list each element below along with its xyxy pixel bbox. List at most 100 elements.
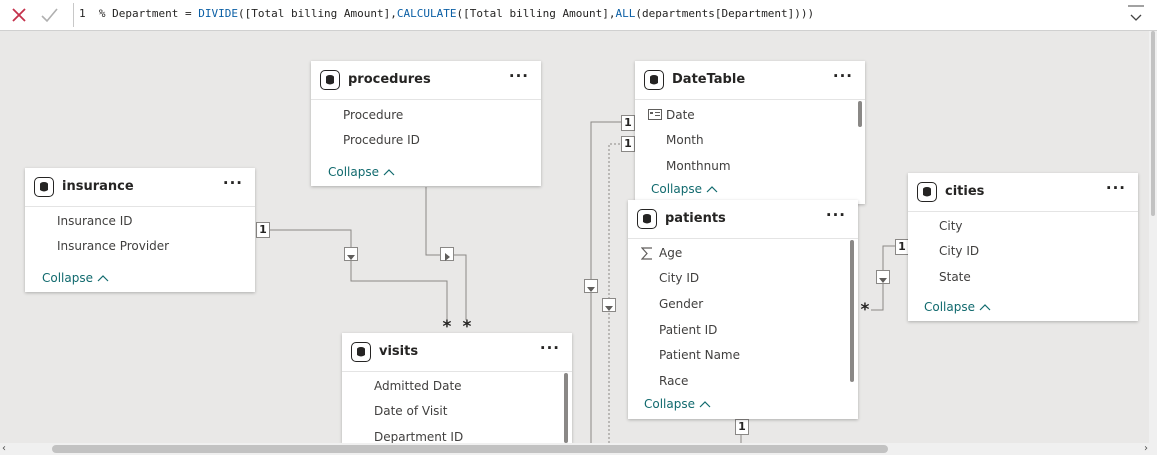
field-item[interactable]: Age (659, 246, 682, 260)
more-options-button[interactable]: ··· (509, 67, 529, 85)
table-card-patients[interactable]: patients ··· Age City ID Gender Patient … (628, 200, 858, 419)
chevron-down-icon (1128, 5, 1144, 21)
field-item[interactable]: Admitted Date (374, 379, 462, 393)
database-icon (644, 70, 664, 90)
database-icon (917, 182, 937, 202)
collapse-link[interactable]: Collapse (328, 165, 395, 179)
table-title: visits (379, 344, 419, 359)
collapse-link[interactable]: Collapse (42, 271, 109, 285)
table-card-header[interactable]: procedures ··· (311, 61, 541, 100)
collapse-label: Collapse (651, 182, 702, 196)
field-item[interactable]: City (939, 219, 963, 233)
cancel-formula-button[interactable] (6, 2, 32, 28)
field-item[interactable]: Monthnum (666, 159, 731, 173)
line-number: 1 (79, 7, 86, 20)
collapse-link[interactable]: Collapse (924, 300, 991, 314)
cardinality-many-marker: * (859, 300, 871, 320)
collapse-label: Collapse (328, 165, 379, 179)
cardinality-one-badge: 1 (735, 419, 749, 435)
cardinality-one-badge: 1 (621, 115, 635, 131)
triangle-down-icon (605, 306, 613, 311)
table-card-datetable[interactable]: DateTable ··· Date Month Monthnum Collap… (635, 61, 865, 204)
table-card-header[interactable]: patients ··· (628, 200, 858, 239)
table-card-visits[interactable]: visits ··· Admitted Date Date of Visit D… (342, 333, 572, 444)
formula-function-divide: DIVIDE (198, 7, 238, 20)
formula-bar: 1 % Department = DIVIDE([Total billing A… (0, 0, 1157, 31)
field-item[interactable]: Procedure (343, 108, 403, 122)
table-title: procedures (348, 72, 431, 87)
scrollbar-thumb[interactable] (1151, 31, 1155, 216)
table-card-header[interactable]: insurance ··· (25, 168, 255, 207)
table-card-procedures[interactable]: procedures ··· Procedure Procedure ID Co… (311, 61, 541, 186)
database-icon (637, 209, 657, 229)
cardinality-many-marker: * (461, 317, 473, 337)
table-card-header[interactable]: visits ··· (342, 333, 572, 372)
formula-measure-name: % Department = (98, 7, 199, 20)
scrollbar[interactable] (858, 101, 862, 127)
scrollbar-thumb[interactable] (52, 445, 888, 453)
calendar-hierarchy-icon (648, 109, 662, 120)
more-options-button[interactable]: ··· (826, 206, 846, 224)
collapse-link[interactable]: Collapse (651, 182, 718, 196)
cardinality-many-marker: * (441, 317, 453, 337)
filter-direction-arrow[interactable] (584, 279, 598, 293)
collapse-link[interactable]: Collapse (644, 397, 711, 411)
field-item[interactable]: Race (659, 374, 688, 388)
table-title: cities (945, 184, 985, 199)
database-icon (320, 70, 340, 90)
triangle-down-icon (879, 278, 887, 283)
scrollbar[interactable] (850, 240, 854, 382)
chevron-up-icon (979, 304, 991, 311)
filter-direction-arrow[interactable] (344, 247, 358, 261)
field-item[interactable]: Date (666, 108, 695, 122)
more-options-button[interactable]: ··· (833, 67, 853, 85)
triangle-down-icon (347, 255, 355, 260)
collapse-label: Collapse (42, 271, 93, 285)
field-item[interactable]: Month (666, 133, 704, 147)
field-item[interactable]: Department ID (374, 430, 463, 444)
table-card-insurance[interactable]: insurance ··· Insurance ID Insurance Pro… (25, 168, 255, 292)
field-item[interactable]: Insurance ID (57, 214, 132, 228)
x-icon (12, 8, 26, 22)
field-item[interactable]: Patient Name (659, 348, 740, 362)
formula-separator (73, 3, 74, 27)
table-card-cities[interactable]: cities ··· City City ID State Collapse (908, 173, 1138, 321)
triangle-right-icon (445, 253, 450, 261)
field-item[interactable]: City ID (939, 244, 979, 258)
formula-arg2: ([Total billing Amount], (456, 7, 616, 20)
field-item[interactable]: State (939, 270, 971, 284)
table-title: DateTable (672, 72, 746, 87)
field-item[interactable]: City ID (659, 271, 699, 285)
field-item[interactable]: Gender (659, 297, 703, 311)
commit-formula-button[interactable] (36, 2, 62, 28)
model-canvas[interactable]: 1 * * 1 1 1 * 1 procedures ··· Procedure… (0, 31, 1157, 444)
formula-input[interactable]: 1 % Department = DIVIDE([Total billing A… (79, 7, 814, 20)
field-item[interactable]: Insurance Provider (57, 239, 169, 253)
field-item[interactable]: Date of Visit (374, 404, 447, 418)
chevron-up-icon (383, 169, 395, 176)
collapse-label: Collapse (644, 397, 695, 411)
scroll-left-icon[interactable]: ‹ (2, 443, 6, 455)
table-card-header[interactable]: DateTable ··· (635, 61, 865, 100)
chevron-up-icon (706, 186, 718, 193)
scroll-right-icon[interactable]: › (1144, 443, 1148, 455)
canvas-horizontal-scrollbar[interactable]: ‹ › (0, 443, 1157, 455)
filter-direction-arrow[interactable] (440, 247, 454, 261)
table-title: insurance (62, 179, 134, 194)
more-options-button[interactable]: ··· (540, 339, 560, 357)
field-item[interactable]: Procedure ID (343, 133, 420, 147)
table-card-header[interactable]: cities ··· (908, 173, 1138, 212)
cardinality-one-badge: 1 (895, 239, 909, 255)
field-item[interactable]: Patient ID (659, 323, 717, 337)
scrollbar[interactable] (564, 373, 568, 443)
expand-formula-button[interactable] (1127, 4, 1145, 26)
triangle-down-icon (587, 287, 595, 292)
formula-function-all: ALL (615, 7, 636, 20)
more-options-button[interactable]: ··· (1106, 179, 1126, 197)
formula-function-calculate: CALCULATE (396, 7, 457, 20)
canvas-vertical-scrollbar[interactable] (1149, 31, 1157, 443)
formula-arg1: ([Total billing Amount], (237, 7, 397, 20)
more-options-button[interactable]: ··· (223, 174, 243, 192)
filter-direction-arrow[interactable] (876, 270, 890, 284)
filter-direction-arrow[interactable] (602, 298, 616, 312)
